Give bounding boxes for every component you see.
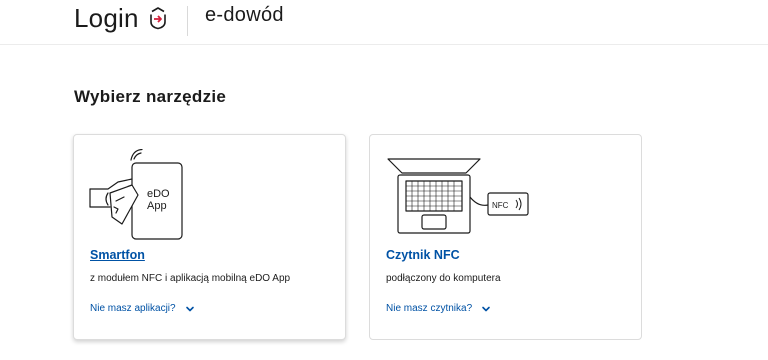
card-czytnik-nfc[interactable]: NFC Czytnik NFC podłączony do komputera … (369, 134, 642, 340)
no-reader-label: Nie masz czytnika? (386, 303, 473, 314)
smartphone-illustration: eDO App (88, 148, 188, 246)
header: Login e-dowód (0, 0, 768, 45)
login-title: Login (74, 3, 139, 33)
nfc-label: NFC (492, 201, 509, 210)
no-reader-toggle[interactable]: Nie masz czytnika? (386, 303, 491, 314)
no-app-label: Nie masz aplikacji? (90, 303, 176, 314)
laptop-nfc-illustration: NFC (384, 149, 534, 244)
chevron-down-icon (185, 306, 194, 311)
smartfon-description: z modułem NFC i aplikacją mobilną eDO Ap… (90, 273, 291, 284)
login-icon (147, 6, 169, 35)
app-label: App (147, 200, 167, 212)
header-divider (187, 6, 188, 36)
chevron-down-icon (482, 306, 490, 311)
czytnik-description: podłączony do komputera (386, 273, 501, 284)
card-smartfon[interactable]: eDO App Smartfon z modułem NFC i aplikac… (73, 134, 346, 340)
header-subtitle: e-dowód (205, 4, 284, 26)
edo-label: eDO (147, 188, 170, 200)
no-app-toggle[interactable]: Nie masz aplikacji? (90, 303, 195, 314)
page-title: Wybierz narzędzie (74, 87, 227, 106)
czytnik-nfc-title[interactable]: Czytnik NFC (386, 248, 460, 262)
smartfon-link[interactable]: Smartfon (90, 248, 145, 262)
brand[interactable]: Login (74, 2, 169, 35)
